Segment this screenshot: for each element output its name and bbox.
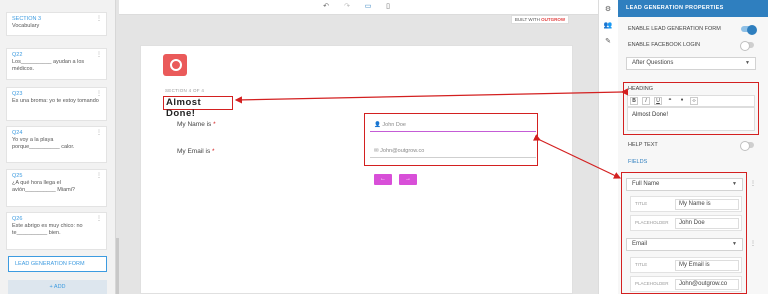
section-card[interactable]: SECTION 3 Vocabulary ⋮ [6,12,107,36]
question-card[interactable]: Q25 ¿A qué hora llega el avión__________… [6,169,107,207]
preview-canvas [140,45,573,294]
name-label-text: My Name is [177,121,212,128]
section-label: SECTION 4 OF 4 [165,88,205,93]
color-button[interactable]: ♦ [678,97,686,105]
add-button[interactable]: + ADD [8,280,107,294]
mobile-icon[interactable]: ▯ [382,2,394,13]
email-input[interactable]: ✉ John@outgrow.co [370,144,536,158]
built-with-badge: BUILT WITH OUTGROW [511,15,569,24]
desktop-icon[interactable]: ▭ [362,2,374,13]
title-key: TITLE [635,262,648,267]
rich-text-toolbar: B I U ⚭ ♦ ‹› [627,95,755,107]
field-title-row: TITLE My Email is [630,257,742,273]
placeholder-input[interactable]: John Doe [675,218,739,229]
sidebar-scrollbar[interactable] [116,238,119,294]
more-options-icon[interactable]: ⋮ [96,129,102,136]
brand-logo: OUTGROW [541,17,566,22]
help-text-label: HELP TEXT [628,142,658,148]
caret-down-icon: ▼ [732,241,737,247]
more-options-icon[interactable]: ⋮ [750,180,756,187]
more-options-icon[interactable]: ⋮ [96,15,102,22]
question-text: Yo voy a la playa porque__________ calor… [12,137,75,150]
more-options-icon[interactable]: ⋮ [96,51,102,58]
bold-button[interactable]: B [630,97,638,105]
help-text-toggle[interactable] [740,141,754,151]
brand-logo-icon [163,54,187,76]
field-placeholder-row: PLACEHOLDER John Doe [630,215,742,231]
question-card[interactable]: Q23 Es una broma: yo te estoy tomando ⋮ [6,87,107,121]
more-options-icon[interactable]: ⋮ [96,172,102,179]
undo-icon[interactable]: ↶ [320,2,332,13]
caret-down-icon: ▼ [745,60,750,66]
name-input[interactable]: 👤 John Doe [370,118,536,132]
underline-button[interactable]: U [654,97,662,105]
placeholder-input[interactable]: John@outgrow.co [675,279,739,290]
position-value: After Questions [632,60,674,66]
title-input[interactable]: My Name is [675,199,739,210]
title-input[interactable]: My Email is [675,260,739,271]
enable-facebook-label: ENABLE FACEBOOK LOGIN [628,42,701,48]
italic-button[interactable]: I [642,97,650,105]
placeholder-key: PLACEHOLDER [635,220,669,225]
field-title-row: TITLE My Name is [630,196,742,212]
next-button[interactable]: → [399,174,417,185]
fields-label: FIELDS [628,159,648,165]
question-number: Q23 [12,91,23,97]
enable-facebook-toggle[interactable] [740,41,754,51]
panel-title: LEAD GENERATION PROPERTIES [618,0,768,17]
question-card[interactable]: Q22 Los__________ ayudan a los médicos. … [6,48,107,80]
email-label-text: My Email is [177,148,211,155]
settings-icon[interactable]: ⚙ [603,5,613,15]
redo-icon[interactable]: ↷ [341,2,353,13]
caret-down-icon: ▼ [732,181,737,187]
user-icon: 👤 [374,122,381,128]
field-type-value: Email [632,241,648,247]
prev-button[interactable]: ← [374,174,392,185]
built-with-label: BUILT WITH [514,17,540,22]
lead-generation-form-button[interactable]: LEAD GENERATION FORM [8,256,107,272]
question-text: Es una broma: yo te estoy tomando [12,98,99,104]
name-placeholder: John Doe [382,122,406,128]
editor-toolbar [119,0,598,15]
question-sidebar: SECTION 3 Vocabulary ⋮ Q22 Los__________… [0,0,116,294]
heading-label: HEADING [628,86,654,92]
question-text: Los__________ ayudan a los médicos. [12,59,85,72]
email-placeholder: John@outgrow.co [380,148,425,154]
name-field-label: My Name is * [177,121,216,128]
question-number: Q25 [12,173,23,179]
placeholder-key: PLACEHOLDER [635,281,669,286]
section-number: SECTION 3 [12,16,42,22]
question-number: Q22 [12,52,23,58]
more-options-icon[interactable]: ⋮ [750,240,756,247]
code-button[interactable]: ‹› [690,97,698,105]
link-button[interactable]: ⚭ [666,97,674,105]
field-placeholder-row: PLACEHOLDER John@outgrow.co [630,276,742,292]
heading-editor[interactable]: Almost Done! [627,107,755,131]
title-key: TITLE [635,201,648,206]
enable-form-label: ENABLE LEAD GENERATION FORM [628,26,721,32]
more-options-icon[interactable]: ⋮ [96,215,102,222]
page-title[interactable]: Almost Done! [163,96,233,119]
question-text: ¿A qué hora llega el avión__________ Mia… [12,180,75,193]
users-icon[interactable]: 👥 [603,21,613,31]
question-card[interactable]: Q26 Este abrigo es muy chico: no te_____… [6,212,107,250]
field-type-select[interactable]: Email ▼ [626,238,743,251]
question-card[interactable]: Q24 Yo voy a la playa porque__________ c… [6,126,107,163]
email-field-label: My Email is * [177,148,215,155]
more-options-icon[interactable]: ⋮ [96,90,102,97]
field-type-select[interactable]: Full Name ▼ [626,178,743,191]
pencil-icon[interactable]: ✎ [603,37,613,47]
question-text: Este abrigo es muy chico: no te_________… [12,223,83,236]
position-select[interactable]: After Questions ▼ [626,57,756,70]
field-type-value: Full Name [632,181,660,187]
enable-form-toggle[interactable] [741,25,757,35]
section-text: Vocabulary [12,23,40,29]
question-number: Q24 [12,130,23,136]
envelope-icon: ✉ [374,148,379,154]
question-number: Q26 [12,216,23,222]
